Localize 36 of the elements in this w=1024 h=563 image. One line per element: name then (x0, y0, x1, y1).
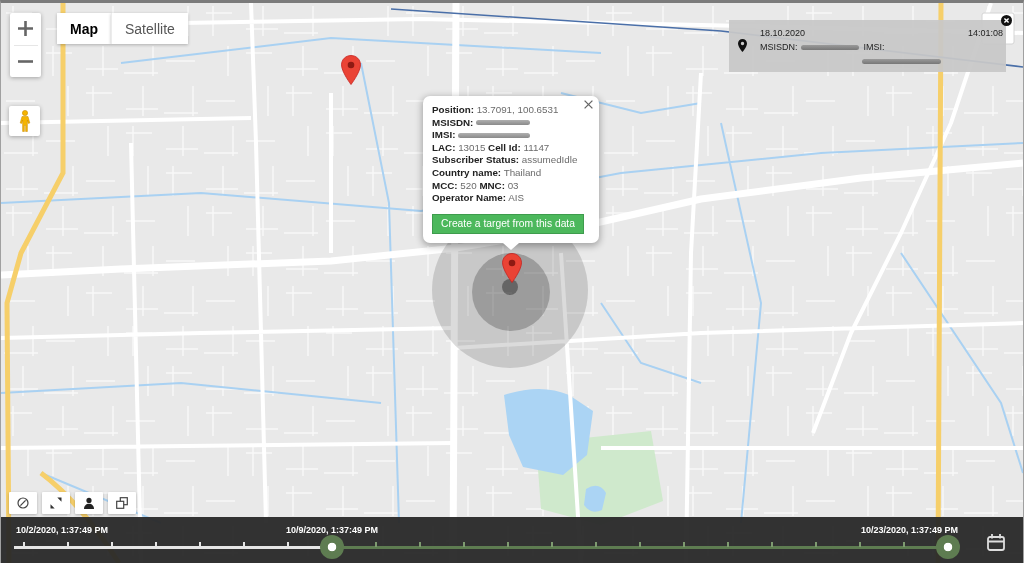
time-label: 10/9/2020, 1:37:49 PM (285, 525, 379, 535)
map-type-tab[interactable]: Map (57, 13, 111, 44)
detail-text: MSISDN: (432, 116, 474, 130)
time-text: 14:01:08 (967, 27, 1003, 40)
map-pin-icon[interactable] (502, 253, 522, 283)
range-thumb[interactable] (319, 535, 344, 559)
expand-icon (50, 497, 62, 509)
map-tool-button[interactable] (75, 492, 103, 514)
person-figure-icon (18, 110, 31, 132)
map-pin-icon[interactable] (341, 55, 361, 85)
detail-text: Position: 13.7091, 100.6531 (432, 104, 559, 117)
field-label: IMSI: (863, 41, 885, 54)
range-thumb[interactable] (936, 535, 960, 559)
detail-text: Country name: Thailand (432, 166, 542, 180)
time-label: 10/23/2020, 1:37:49 PM (861, 525, 959, 535)
map-tool-button[interactable] (9, 492, 37, 514)
map-type-tab[interactable]: Satellite (111, 13, 188, 44)
detail-text: IMSI: (432, 129, 456, 142)
overlapping-squares-icon (116, 497, 128, 509)
center-dot (502, 279, 518, 295)
compass-icon (17, 497, 29, 509)
location-pin-icon (738, 39, 747, 52)
detail-text: MCC: 520 MNC: 03 (432, 179, 519, 193)
detail-text: LAC: 13015 Cell Id: 11147 (432, 141, 550, 155)
detail-text: Subscriber Status: assumedIdle (432, 154, 578, 167)
minus-icon (18, 59, 33, 63)
person-icon (83, 497, 95, 509)
detail-text: Operator Name: AIS (432, 192, 525, 205)
map-tool-button[interactable] (108, 492, 136, 514)
timeline-track[interactable] (14, 535, 960, 559)
date-text: 18.10.2020 (760, 27, 806, 40)
field-label: MSISDN: (760, 41, 798, 54)
plus-icon (18, 21, 33, 37)
close-icon[interactable] (1001, 15, 1012, 26)
time-label: 10/2/2020, 1:37:49 PM (16, 525, 109, 535)
calendar-icon[interactable] (987, 534, 1005, 551)
